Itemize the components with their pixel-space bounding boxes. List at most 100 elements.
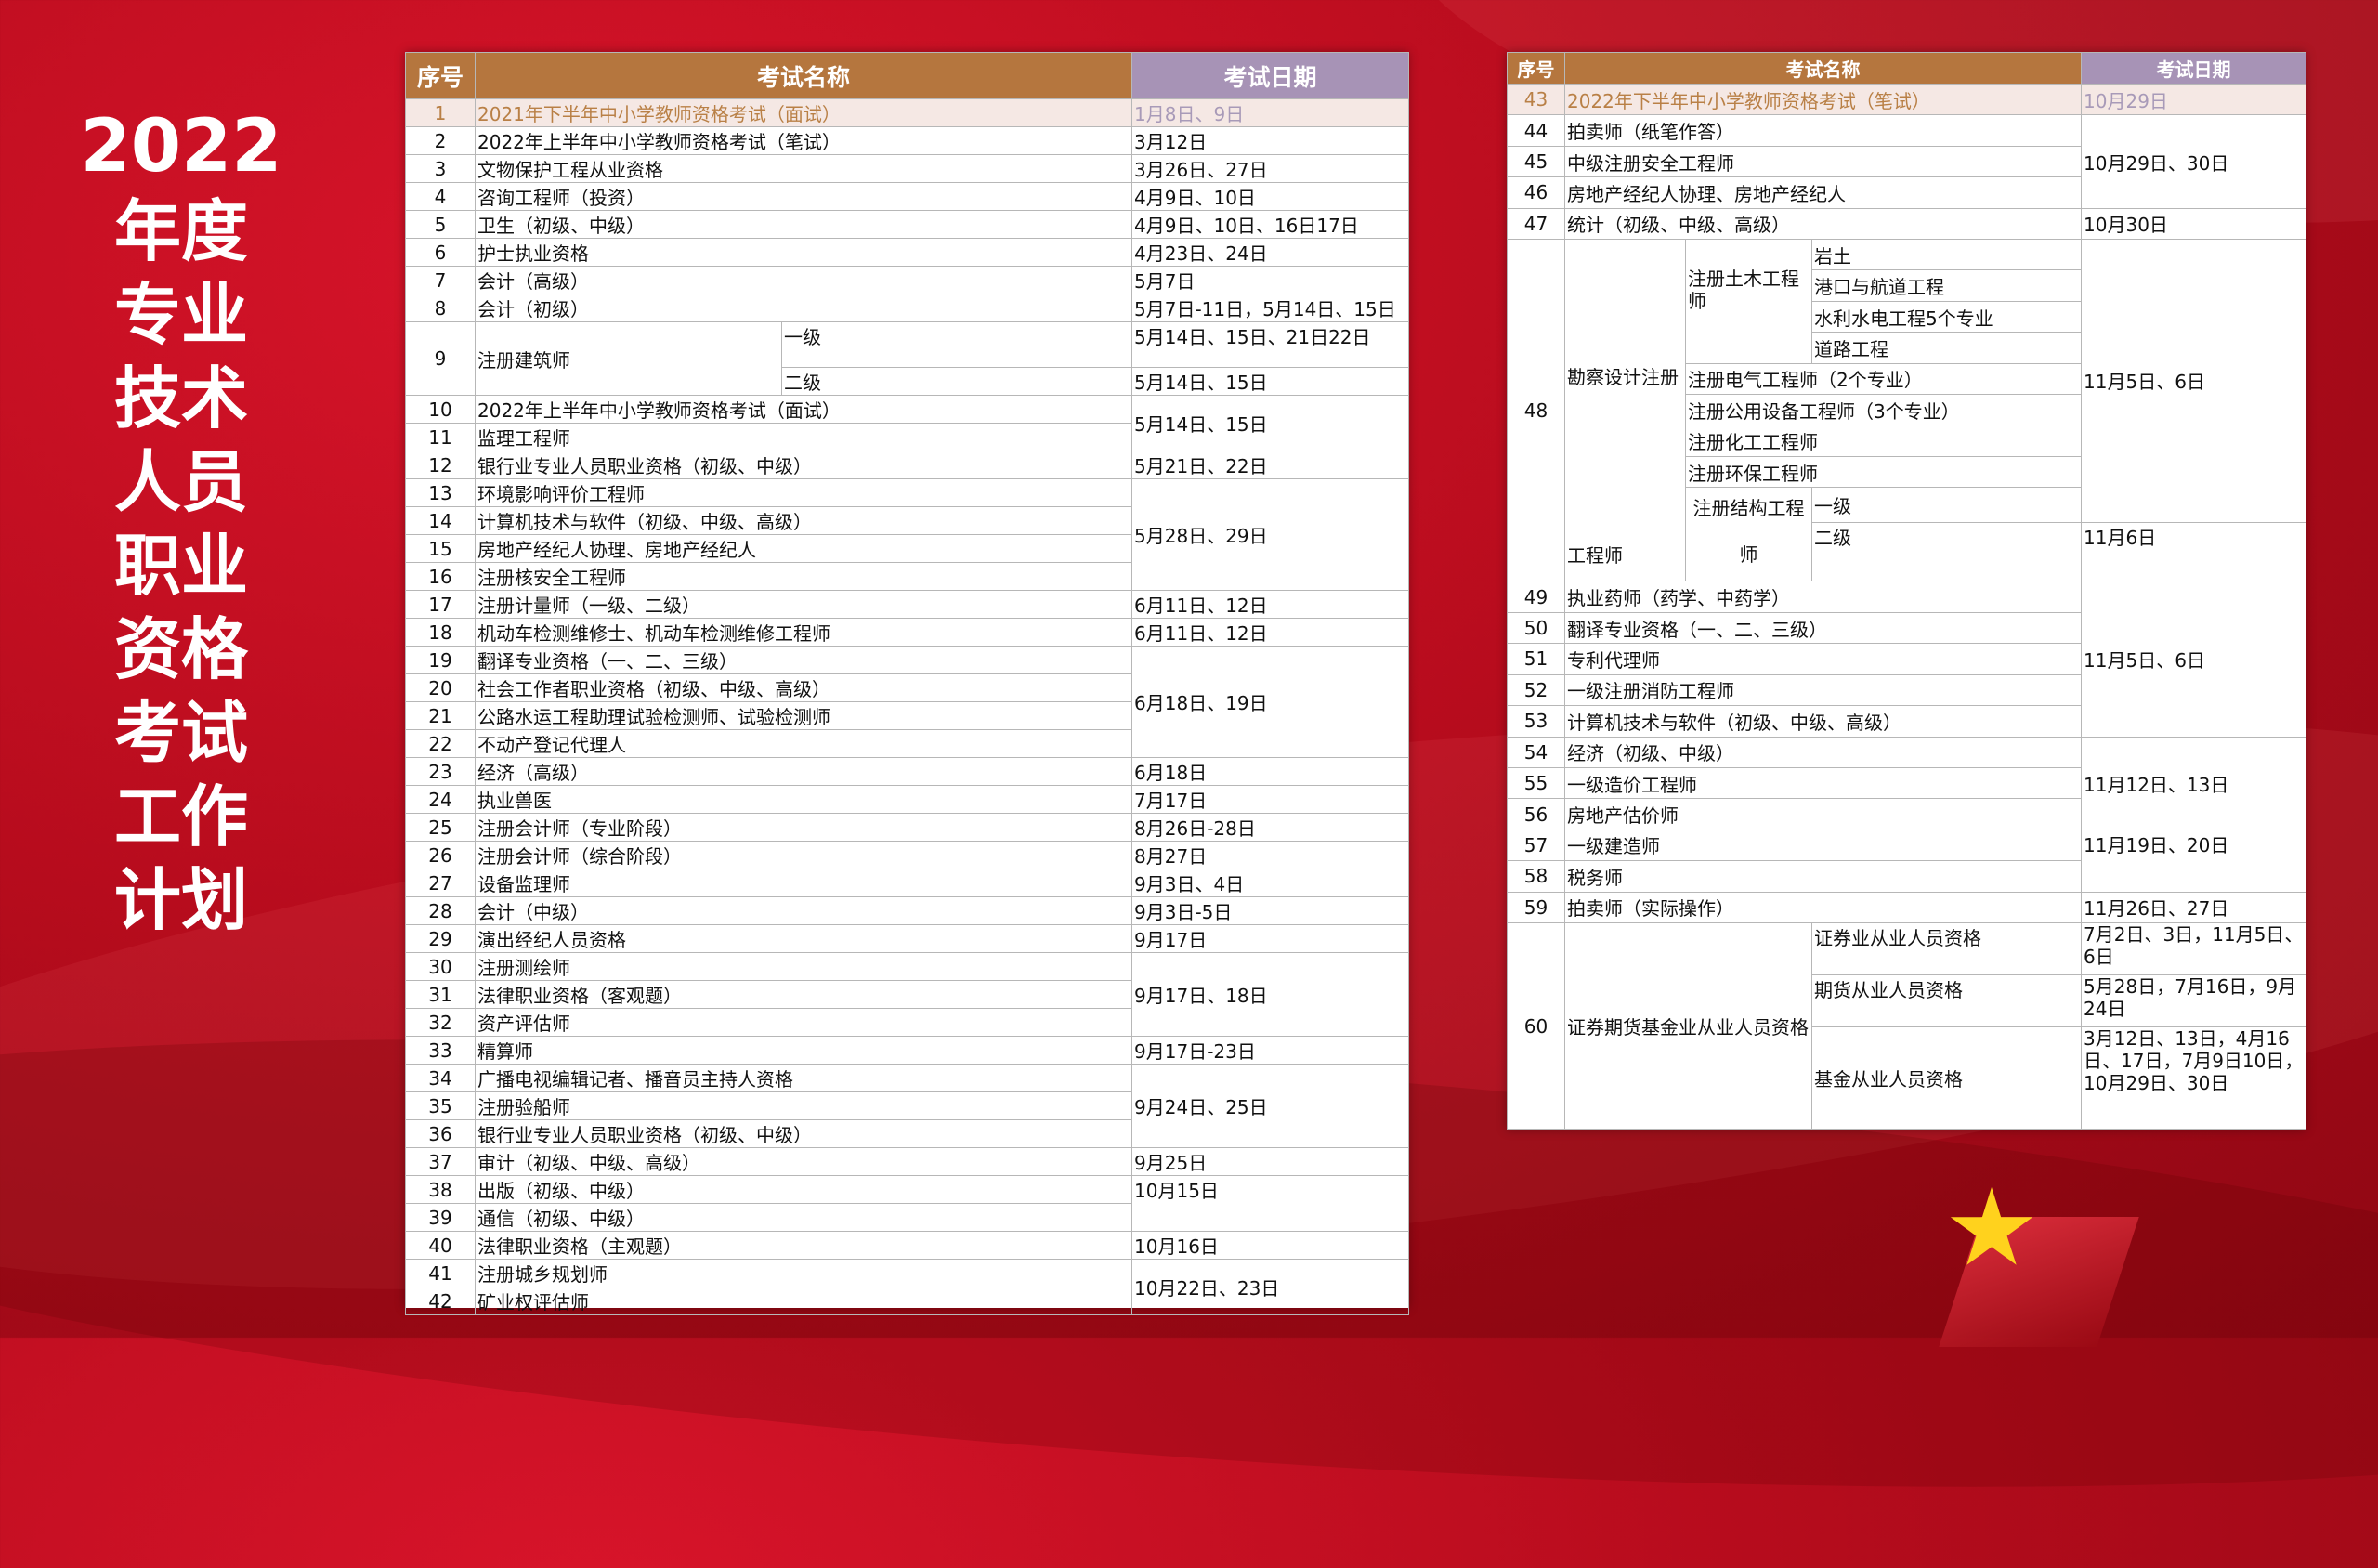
exam-name: 房地产经纪人协理、房地产经纪人 bbox=[1563, 176, 2083, 209]
row-num: 18 bbox=[405, 618, 476, 647]
table-row: 37 审计（初级、中级、高级） 9月25日 bbox=[405, 1147, 1410, 1176]
table-row: 10 2022年上半年中小学教师资格考试（面试） 5月14日、15日 bbox=[405, 395, 1410, 451]
table-row: 8 会计（初级） 5月7日-11日，5月14日、15日 bbox=[405, 294, 1410, 322]
row-num: 4 bbox=[405, 182, 476, 211]
exam-name: 证券期货基金业从业人员资格 bbox=[1564, 922, 1812, 1130]
exam-name: 机动车检测维修士、机动车检测维修工程师 bbox=[474, 618, 1133, 647]
exam-name: 设备监理师 bbox=[474, 869, 1133, 897]
table-row: 12 银行业专业人员职业资格（初级、中级） 5月21日、22日 bbox=[405, 451, 1410, 479]
header-date: 考试日期 bbox=[1131, 52, 1410, 99]
table-row: 9 注册建筑师 一级 5月14日、15日、21日22日 bbox=[405, 321, 1410, 396]
exam-level: 一级 bbox=[1810, 487, 2083, 523]
table-row: 24 执业兽医 7月17日 bbox=[405, 785, 1410, 814]
table-row: 60 证券期货基金业从业人员资格 证券业从业人员资格 7月2日、3日，11月5日… bbox=[1507, 922, 2307, 1130]
exam-date: 4月9日、10日、16日17日 bbox=[1131, 210, 1410, 239]
exam-name: 审计（初级、中级、高级） bbox=[474, 1147, 1133, 1176]
exam-name: 会计（高级） bbox=[474, 266, 1133, 294]
row-num: 47 bbox=[1507, 207, 1565, 241]
row-num: 7 bbox=[405, 266, 476, 294]
table-row: 17 注册计量师（一级、二级） 6月11日、12日 bbox=[405, 590, 1410, 619]
table-row: 3 文物保护工程从业资格 3月26日、27日 bbox=[405, 154, 1410, 183]
row-num: 43 bbox=[1507, 83, 1565, 116]
row-num: 12 bbox=[405, 451, 476, 479]
title-line: 职业 bbox=[113, 527, 248, 605]
exam-name: 拍卖师（实际操作） bbox=[1563, 891, 2083, 924]
exam-date: 6月11日、12日 bbox=[1131, 590, 1410, 619]
exam-name: 会计（初级） bbox=[474, 294, 1133, 322]
row-num: 56 bbox=[1507, 798, 1565, 830]
exam-date: 11月19日、20日 bbox=[2081, 829, 2307, 893]
table-row: 34 广播电视编辑记者、播音员主持人资格 9月24日、25日 bbox=[405, 1064, 1410, 1148]
exam-name: 社会工作者职业资格（初级、中级、高级） bbox=[474, 673, 1133, 702]
row-num: 36 bbox=[405, 1119, 476, 1148]
exam-category-line: 勘察设计注册 bbox=[1567, 365, 1679, 388]
exam-specialty: 道路工程 bbox=[1810, 332, 2083, 364]
table-row: 29 演出经纪人员资格 9月17日 bbox=[405, 924, 1410, 953]
exam-sub-category-line: 师 bbox=[1739, 543, 1758, 567]
exam-name: 执业药师（药学、中药学） bbox=[1563, 581, 2083, 613]
row-num: 46 bbox=[1507, 176, 1565, 209]
exam-name: 矿业权评估师 bbox=[474, 1287, 1133, 1315]
table-row: 40 法律职业资格（主观题） 10月16日 bbox=[405, 1231, 1410, 1260]
header-num: 序号 bbox=[1507, 52, 1565, 85]
row-num: 45 bbox=[1507, 145, 1565, 178]
exam-sub-category: 注册结构工程 师 bbox=[1685, 487, 1812, 582]
exam-sub-category-line: 注册结构工程 bbox=[1692, 497, 1805, 520]
exam-name: 法律职业资格（客观题） bbox=[474, 980, 1133, 1009]
exam-sub-category: 基金从业人员资格 bbox=[1810, 1026, 2083, 1130]
table-row: 1 2021年下半年中小学教师资格考试（面试） 1月8日、9日 bbox=[405, 98, 1410, 127]
table-row: 5 卫生（初级、中级） 4月9日、10日、16日17日 bbox=[405, 210, 1410, 239]
row-num: 28 bbox=[405, 896, 476, 925]
exam-date: 6月18日、19日 bbox=[1131, 646, 1410, 758]
table-row: 48 勘察设计注册 工程师 注册土木工程师 岩土 11月5日、6日 bbox=[1507, 239, 2307, 582]
exam-name: 护士执业资格 bbox=[474, 238, 1133, 267]
row-num: 15 bbox=[405, 534, 476, 563]
row-num: 11 bbox=[405, 423, 476, 451]
exam-date: 5月14日、15日 bbox=[1131, 367, 1410, 396]
title-year: 2022 bbox=[80, 105, 282, 189]
row-num: 1 bbox=[405, 98, 476, 127]
row-num: 39 bbox=[405, 1203, 476, 1232]
row-num: 55 bbox=[1507, 766, 1565, 800]
row-num: 2 bbox=[405, 126, 476, 155]
exam-schedule-table-left: 序号 考试名称 考试日期 1 2021年下半年中小学教师资格考试（面试） 1月8… bbox=[405, 52, 1410, 1315]
exam-name: 注册验船师 bbox=[474, 1091, 1133, 1120]
header-date: 考试日期 bbox=[2081, 52, 2307, 85]
row-num: 29 bbox=[405, 924, 476, 953]
exam-name: 环境影响评价工程师 bbox=[474, 478, 1133, 507]
exam-date: 5月7日 bbox=[1131, 266, 1410, 294]
row-num: 32 bbox=[405, 1008, 476, 1037]
exam-date: 5月14日、15日 bbox=[1131, 395, 1410, 451]
exam-date: 4月23日、24日 bbox=[1131, 238, 1410, 267]
table-row: 25 注册会计师（专业阶段） 8月26日-28日 bbox=[405, 813, 1410, 842]
exam-name: 不动产登记代理人 bbox=[474, 729, 1133, 758]
exam-date: 10月22日、23日 bbox=[1131, 1259, 1410, 1315]
exam-sub-category: 期货从业人员资格 bbox=[1810, 974, 2083, 1027]
exam-name: 专利代理师 bbox=[1563, 643, 2083, 675]
exam-sub-category: 证券业从业人员资格 bbox=[1810, 922, 2083, 975]
exam-name: 公路水运工程助理试验检测师、试验检测师 bbox=[474, 701, 1133, 730]
exam-sub-level: 一级 bbox=[780, 321, 1133, 368]
row-num: 59 bbox=[1507, 891, 1565, 924]
row-num: 13 bbox=[405, 478, 476, 507]
exam-date: 11月5日、6日 bbox=[2081, 581, 2307, 738]
exam-sub-category: 注册化工工程师 bbox=[1684, 425, 2083, 457]
exam-sub-category: 注册土木工程师 bbox=[1685, 239, 1812, 364]
table-row: 54 经济（初级、中级） 11月12日、13日 bbox=[1507, 736, 2307, 830]
exam-date: 11月6日 bbox=[2081, 521, 2307, 582]
table-row: 4 咨询工程师（投资） 4月9日、10日 bbox=[405, 182, 1410, 211]
exam-date: 10月29日、30日 bbox=[2081, 114, 2307, 209]
title-line: 专业 bbox=[113, 276, 248, 354]
exam-name: 出版（初级、中级） bbox=[474, 1175, 1133, 1204]
table-row: 49 执业药师（药学、中药学） 11月5日、6日 bbox=[1507, 581, 2307, 738]
exam-date: 3月12日 bbox=[1131, 126, 1410, 155]
page-title: 2022 年度 专业 技术 人员 职业 资格 考试 工作 计划 bbox=[56, 104, 307, 942]
exam-name: 2021年下半年中小学教师资格考试（面试） bbox=[474, 98, 1133, 127]
exam-name: 一级注册消防工程师 bbox=[1563, 673, 2083, 707]
exam-name: 执业兽医 bbox=[474, 785, 1133, 814]
exam-category-line: 工程师 bbox=[1567, 543, 1623, 567]
table-row: 30 注册测绘师 9月17日、18日 bbox=[405, 952, 1410, 1037]
exam-date: 9月24日、25日 bbox=[1131, 1064, 1410, 1148]
row-num: 35 bbox=[405, 1091, 476, 1120]
exam-name: 精算师 bbox=[474, 1036, 1133, 1065]
